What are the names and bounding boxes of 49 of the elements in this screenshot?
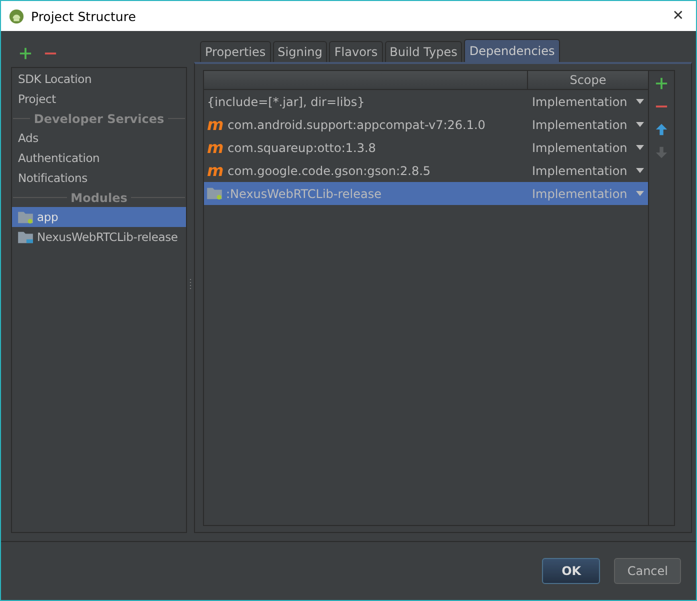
- sidebar-item[interactable]: app: [12, 207, 186, 227]
- module-folder-icon: [207, 187, 222, 200]
- window-title: Project Structure: [31, 8, 137, 24]
- add-icon[interactable]: [655, 77, 668, 90]
- add-icon[interactable]: [19, 46, 32, 60]
- dependency-row[interactable]: m com.android.support:appcompat-v7:26.1.0 Implementation: [204, 113, 648, 136]
- tab[interactable]: Build Types: [384, 41, 462, 62]
- sidebar-item[interactable]: Ads: [12, 128, 186, 148]
- scope-value: Implementation: [532, 186, 628, 200]
- dropdown-arrow-icon[interactable]: [636, 168, 644, 173]
- scope-value: Implementation: [532, 164, 628, 178]
- dependency-row[interactable]: {include=[*.jar], dir=libs} Implementation: [204, 90, 648, 113]
- cancel-button[interactable]: Cancel: [614, 558, 681, 584]
- section-header: Developer Services: [34, 112, 164, 126]
- scope-value: Implementation: [532, 94, 628, 108]
- dependency-name: com.android.support:appcompat-v7:26.1.0: [228, 118, 486, 132]
- module-folder-icon: [18, 210, 33, 224]
- scope-value: Implementation: [532, 140, 628, 154]
- dropdown-arrow-icon[interactable]: [636, 122, 644, 127]
- library-folder-icon: [18, 230, 33, 244]
- ok-button[interactable]: OK: [542, 558, 600, 584]
- dependency-name: com.google.code.gson:gson:2.8.5: [228, 164, 431, 178]
- splitter-handle[interactable]: [190, 279, 192, 291]
- dropdown-arrow-icon[interactable]: [636, 99, 644, 104]
- maven-icon: m: [207, 116, 224, 132]
- sidebar-item[interactable]: Notifications: [12, 168, 186, 188]
- dependency-row[interactable]: m com.squareup:otto:1.3.8 Implementation: [204, 136, 648, 159]
- tab[interactable]: Properties: [200, 41, 271, 62]
- sidebar-item[interactable]: SDK Location: [12, 69, 186, 89]
- tab[interactable]: Dependencies: [464, 39, 560, 62]
- dependency-row[interactable]: m com.google.code.gson:gson:2.8.5 Implementation: [204, 159, 648, 182]
- dependency-name: com.squareup:otto:1.3.8: [228, 140, 376, 154]
- up-arrow-icon[interactable]: [655, 123, 668, 136]
- maven-icon: m: [207, 162, 224, 178]
- android-logo-icon: [9, 8, 24, 24]
- dropdown-arrow-icon[interactable]: [636, 191, 644, 196]
- maven-icon: m: [207, 140, 224, 156]
- sidebar-item[interactable]: Project: [12, 89, 186, 109]
- down-arrow-icon: [655, 146, 668, 159]
- sidebar-item[interactable]: Authentication: [12, 148, 186, 168]
- dependency-name: {include=[*.jar], dir=libs}: [207, 94, 365, 108]
- scope-value: Implementation: [532, 118, 628, 132]
- tab[interactable]: Flavors: [329, 41, 383, 62]
- close-button[interactable]: ✕: [668, 8, 688, 24]
- dropdown-arrow-icon[interactable]: [636, 145, 644, 150]
- dependency-name: :NexusWebRTCLib-release: [226, 186, 382, 200]
- tab[interactable]: Signing: [272, 41, 328, 62]
- section-header: Modules: [70, 190, 128, 204]
- sidebar-item[interactable]: NexusWebRTCLib-release: [12, 227, 186, 247]
